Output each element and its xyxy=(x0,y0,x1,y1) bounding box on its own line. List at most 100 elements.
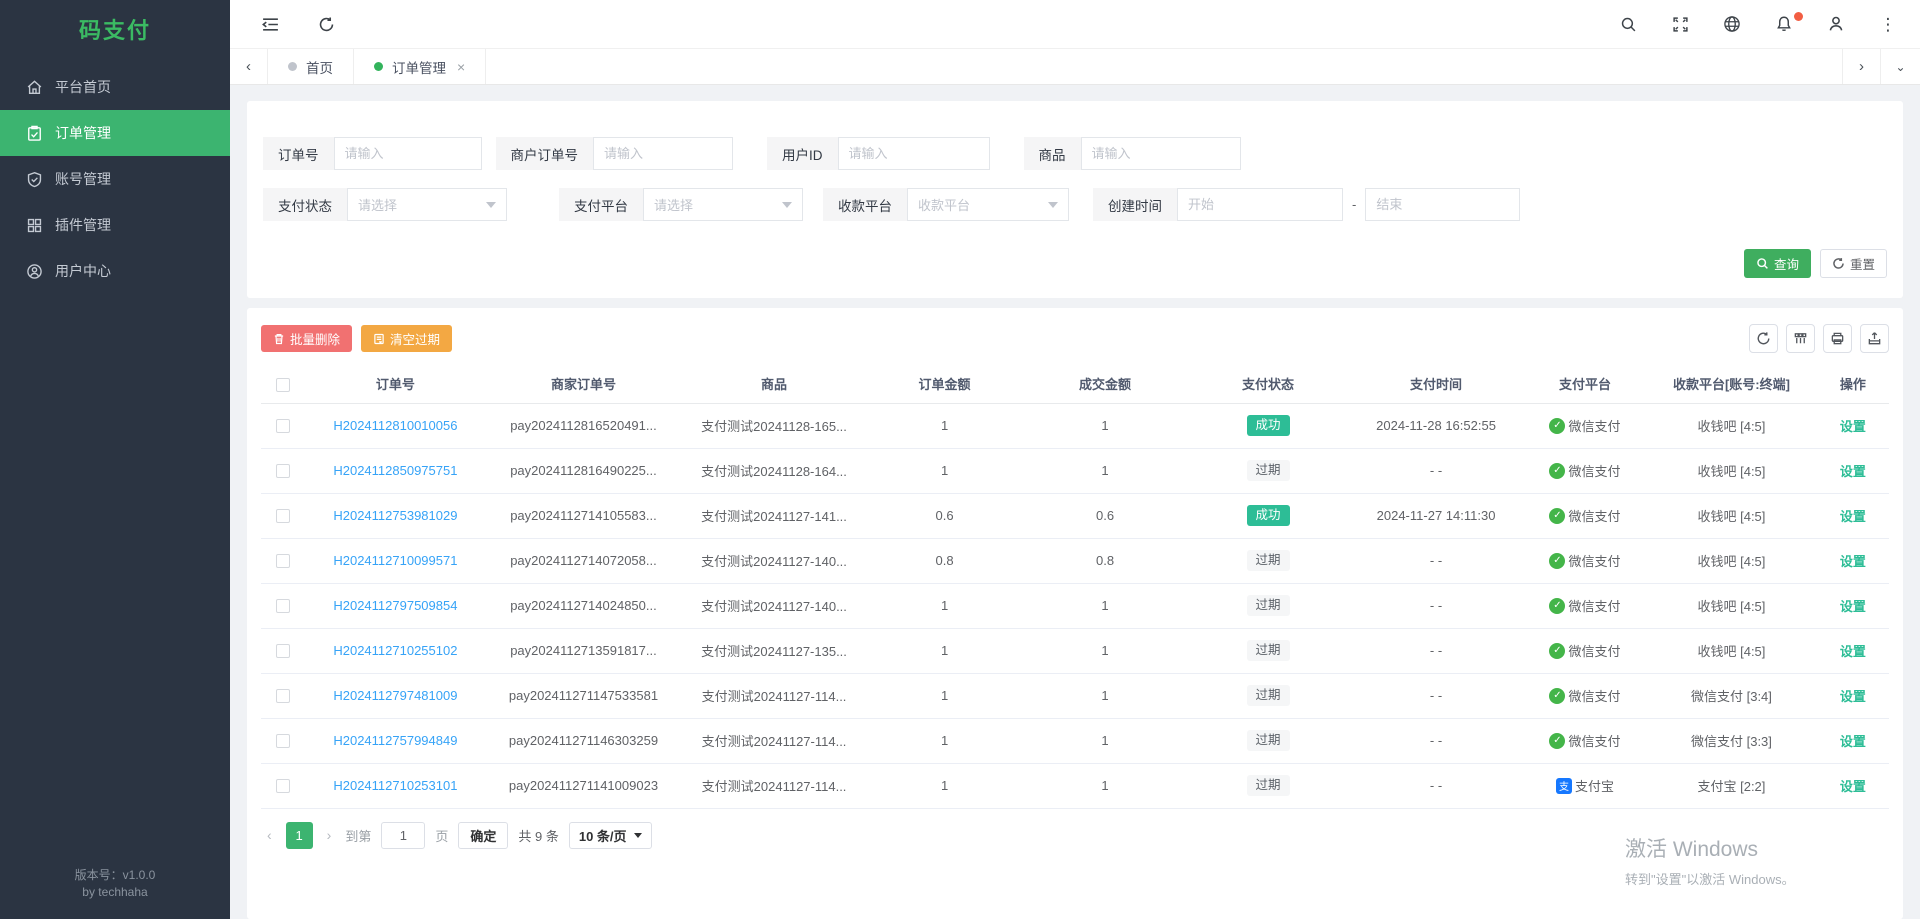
page-size-select[interactable]: 10 条/页 xyxy=(569,822,652,849)
row-checkbox[interactable] xyxy=(276,464,290,478)
date-range-separator: - xyxy=(1352,197,1356,212)
batch-delete-button[interactable]: 批量删除 xyxy=(261,325,352,352)
goto-confirm-button[interactable]: 确定 xyxy=(458,822,508,849)
order-no-link[interactable]: H2024112797481009 xyxy=(333,688,457,703)
receive-platform-select[interactable]: 收款平台 xyxy=(907,188,1069,221)
print-button[interactable] xyxy=(1823,324,1852,353)
collapse-sidebar-icon[interactable] xyxy=(260,14,280,34)
settings-link[interactable]: 设置 xyxy=(1840,554,1866,569)
prev-page-icon[interactable]: ‹ xyxy=(263,827,276,843)
settings-link[interactable]: 设置 xyxy=(1840,599,1866,614)
date-end-input[interactable] xyxy=(1366,189,1519,220)
reset-button[interactable]: 重置 xyxy=(1820,249,1887,278)
pay-platform-select[interactable]: 请选择 xyxy=(643,188,803,221)
order-no-link[interactable]: H2024112710253101 xyxy=(333,778,457,793)
sidebar-item-user-center[interactable]: 用户中心 xyxy=(0,248,230,294)
deal-amount: 1 xyxy=(1022,673,1188,718)
page-number-button[interactable]: 1 xyxy=(286,822,313,849)
row-checkbox[interactable] xyxy=(276,554,290,568)
refresh-page-icon[interactable] xyxy=(316,14,336,34)
settings-link[interactable]: 设置 xyxy=(1840,419,1866,434)
clear-expired-button[interactable]: 清空过期 xyxy=(361,325,452,352)
select-all-checkbox[interactable] xyxy=(276,378,290,392)
chevron-down-icon xyxy=(782,202,792,208)
date-start-input[interactable] xyxy=(1178,189,1342,220)
content-area: 订单号 商户订单号 用户ID 商品 xyxy=(230,85,1920,919)
pay-time: - - xyxy=(1348,673,1524,718)
select-placeholder: 收款平台 xyxy=(918,195,970,214)
tab-close-icon[interactable]: × xyxy=(457,59,465,75)
table-row: H2024112710253101pay202411271141009023支付… xyxy=(261,763,1889,808)
order-no-link[interactable]: H2024112797509854 xyxy=(333,598,457,613)
wechat-pay-icon: ✓ xyxy=(1549,733,1565,749)
wechat-pay-icon: ✓ xyxy=(1549,643,1565,659)
pay-time: 2024-11-27 14:11:30 xyxy=(1348,493,1524,538)
row-checkbox[interactable] xyxy=(276,734,290,748)
row-checkbox[interactable] xyxy=(276,779,290,793)
row-checkbox[interactable] xyxy=(276,689,290,703)
pay-status-badge: 过期 xyxy=(1247,685,1290,706)
clear-expired-label: 清空过期 xyxy=(390,329,440,348)
goto-page-input[interactable] xyxy=(381,822,425,849)
column-header: 支付时间 xyxy=(1348,365,1524,403)
tabs-dropdown-icon[interactable]: ⌄ xyxy=(1880,49,1920,84)
search-button[interactable]: 查询 xyxy=(1744,249,1811,278)
table-row: H2024112850975751pay2024112816490225...支… xyxy=(261,448,1889,493)
row-checkbox[interactable] xyxy=(276,644,290,658)
search-icon[interactable] xyxy=(1618,14,1638,34)
order-no-link[interactable]: H2024112710255102 xyxy=(333,643,457,658)
tab-dot xyxy=(374,62,383,71)
row-checkbox[interactable] xyxy=(276,419,290,433)
pay-platform: ✓微信支付 xyxy=(1549,731,1620,750)
filter-label: 用户ID xyxy=(767,137,838,170)
settings-link[interactable]: 设置 xyxy=(1840,689,1866,704)
app-logo: 码支付 xyxy=(0,0,230,58)
next-page-icon[interactable]: › xyxy=(323,827,336,843)
sidebar-item-order-management[interactable]: 订单管理 xyxy=(0,110,230,156)
merchant-no-input[interactable] xyxy=(594,138,732,169)
user-avatar-icon[interactable] xyxy=(1826,14,1846,34)
settings-link[interactable]: 设置 xyxy=(1840,509,1866,524)
settings-link[interactable]: 设置 xyxy=(1840,734,1866,749)
tabs-scroll-left-icon[interactable]: ‹ xyxy=(230,49,268,84)
version-number: 版本号：v1.0.0 xyxy=(0,867,230,884)
tab-order-management[interactable]: 订单管理 × xyxy=(354,49,486,84)
sidebar-item-platform-home[interactable]: 平台首页 xyxy=(0,64,230,110)
pay-status-select[interactable]: 请选择 xyxy=(347,188,507,221)
language-globe-icon[interactable] xyxy=(1722,14,1742,34)
settings-link[interactable]: 设置 xyxy=(1840,464,1866,479)
column-header: 商品 xyxy=(681,365,867,403)
tabs-scroll-right-icon[interactable]: › xyxy=(1842,49,1880,84)
order-no-link[interactable]: H2024112757994849 xyxy=(333,733,457,748)
column-settings-button[interactable] xyxy=(1786,324,1815,353)
table-row: H2024112710099571pay2024112714072058...支… xyxy=(261,538,1889,583)
settings-link[interactable]: 设置 xyxy=(1840,779,1866,794)
order-no-link[interactable]: H2024112710099571 xyxy=(333,553,457,568)
notification-bell-icon[interactable] xyxy=(1774,14,1794,34)
goto-label: 到第 xyxy=(345,826,371,845)
chevron-down-icon xyxy=(634,833,642,838)
sidebar-item-plugin-management[interactable]: 插件管理 xyxy=(0,202,230,248)
tabbar: ‹ 首页 订单管理 × › ⌄ xyxy=(230,48,1920,85)
row-checkbox[interactable] xyxy=(276,599,290,613)
user-id-input[interactable] xyxy=(839,138,989,169)
order-no-link[interactable]: H2024112850975751 xyxy=(333,463,457,478)
column-header: 商家订单号 xyxy=(486,365,682,403)
export-button[interactable] xyxy=(1860,324,1889,353)
receive-platform: 微信支付 [3:4] xyxy=(1646,673,1817,718)
tab-home[interactable]: 首页 xyxy=(268,49,354,84)
order-no-link[interactable]: H2024112810010056 xyxy=(333,418,457,433)
sidebar-item-account-management[interactable]: 账号管理 xyxy=(0,156,230,202)
deal-amount: 0.6 xyxy=(1022,493,1188,538)
fullscreen-icon[interactable] xyxy=(1670,14,1690,34)
order-no-link[interactable]: H2024112753981029 xyxy=(333,508,457,523)
table-refresh-button[interactable] xyxy=(1749,324,1778,353)
filter-label: 创建时间 xyxy=(1093,188,1177,221)
more-options-icon[interactable]: ⋮ xyxy=(1878,14,1898,34)
column-header: 成交金额 xyxy=(1022,365,1188,403)
product-input[interactable] xyxy=(1082,138,1240,169)
select-placeholder: 请选择 xyxy=(654,195,693,214)
row-checkbox[interactable] xyxy=(276,509,290,523)
order-no-input[interactable] xyxy=(335,138,481,169)
settings-link[interactable]: 设置 xyxy=(1840,644,1866,659)
